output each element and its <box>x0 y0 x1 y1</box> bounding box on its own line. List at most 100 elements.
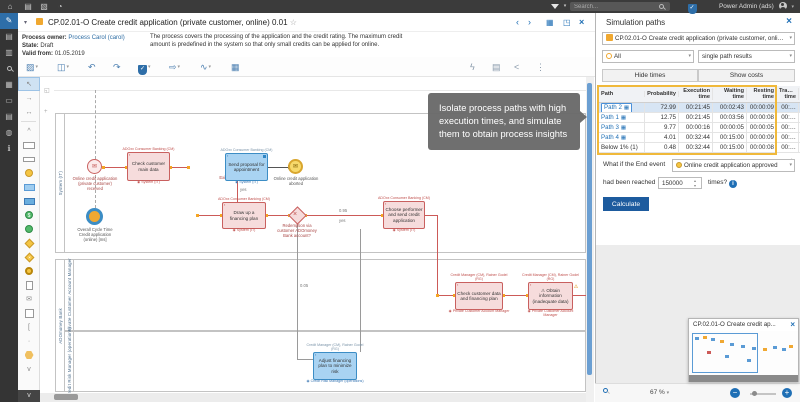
palette-item-task[interactable] <box>18 180 40 194</box>
minimap-scrollbar[interactable] <box>689 375 798 382</box>
owner-link[interactable]: Process Carol (carol) <box>68 35 124 41</box>
share-icon[interactable]: < <box>514 60 519 74</box>
redo-icon[interactable]: ↷ <box>113 60 121 74</box>
views-icon[interactable]: ▦ <box>546 18 554 27</box>
palette-item-hexagon[interactable] <box>18 348 40 362</box>
shield-check-icon[interactable]: ✓ <box>686 0 698 13</box>
palette-item-end-event[interactable] <box>18 264 40 278</box>
table-row[interactable]: Path 1▦12.7500:21:4500:03:5600:00:0800:… <box>599 113 800 123</box>
task-send-proposal-for-appointment[interactable]: Send proposal for appointment▪ADOxx Cons… <box>225 153 268 181</box>
zoom-in-button[interactable]: + <box>782 388 792 398</box>
zoom-slider[interactable] <box>750 393 776 395</box>
palette-item-data-object[interactable] <box>18 278 40 292</box>
palette-item-collapse[interactable]: ^ <box>18 124 40 138</box>
filter-caret-icon[interactable]: ▾ <box>561 0 569 13</box>
table-row[interactable]: Path 2▦72.9900:21:4500:02:4300:00:0900:… <box>599 103 800 113</box>
zoom-out-button[interactable]: − <box>730 388 740 398</box>
cell-path[interactable]: Path 4▦ <box>599 133 645 142</box>
task-obtain-information-inadequate-[interactable]: ⚠ Obtain information (inadequate data)▪C… <box>528 282 573 310</box>
spinner-icons[interactable]: ▴▾ <box>694 178 696 188</box>
recent-icon[interactable]: ◔ <box>54 0 66 13</box>
simulate-icon[interactable]: ϟ <box>470 60 475 74</box>
undo-icon[interactable]: ↶ <box>88 60 96 74</box>
palette-item-expand[interactable]: v <box>18 362 40 376</box>
idea-icon[interactable]: ◍ <box>0 125 18 141</box>
filter-select[interactable]: All▾ <box>602 50 694 63</box>
back-icon[interactable]: ‹ <box>516 17 519 27</box>
task-check-customer-main-data[interactable]: Check customer main data▪ADOxx Consumer … <box>127 152 170 181</box>
more-icon[interactable]: ⋮ <box>536 60 545 74</box>
model-select[interactable]: CP.02.01-O Create credit application (pr… <box>602 32 795 45</box>
palette-item-spacing[interactable]: ↔ <box>18 105 40 119</box>
hide-times-button[interactable]: Hide times <box>602 69 698 82</box>
palette-item-dot[interactable]: · <box>18 334 40 348</box>
palette-item-gateway-plus[interactable]: + <box>18 250 40 264</box>
presentation-icon[interactable]: ▦ <box>231 60 240 74</box>
column-header[interactable]: Resting time <box>747 88 777 100</box>
search-input[interactable] <box>570 2 670 11</box>
hscroll-thumb[interactable] <box>54 394 78 400</box>
results-mode-select[interactable]: single path results▾ <box>698 50 795 63</box>
table-row[interactable]: Path 3▦9.7700:00:1600:00:0500:00:0500:… <box>599 123 800 133</box>
zoom-tool-icon[interactable] <box>603 388 608 395</box>
cell-path[interactable]: Path 1▦ <box>599 113 645 122</box>
task-draw-up-a-financing-plan[interactable]: Draw up a financing plan▪ADOxx Consumer … <box>222 202 266 229</box>
home-icon[interactable]: ⌂ <box>4 0 16 13</box>
palette-item-subprocess[interactable] <box>18 194 40 208</box>
column-header[interactable]: Waiting time <box>713 88 747 100</box>
edit-icon[interactable]: ✎ <box>0 13 18 29</box>
minimap-viewport[interactable] <box>692 333 758 373</box>
palette-item-cursor[interactable]: ↖ <box>18 77 40 91</box>
zoom-slider-knob[interactable] <box>752 391 757 396</box>
event-end[interactable]: ✉ <box>288 159 303 174</box>
show-costs-button[interactable]: Show costs <box>698 69 795 82</box>
cell-path[interactable]: Path 3▦ <box>599 123 645 132</box>
filter-icon[interactable] <box>548 0 562 13</box>
open-model-icon[interactable]: ▧ <box>38 0 50 13</box>
kpi-event[interactable] <box>86 208 103 225</box>
fullscreen-icon[interactable]: ◳ <box>563 18 571 27</box>
panel-close-icon[interactable]: × <box>786 16 792 27</box>
save-icon[interactable]: ◫▾ <box>57 60 69 74</box>
table-row[interactable]: Below 1% (1)0.4800:32:4400:15:0000:00:08… <box>599 143 800 153</box>
analysis-icon[interactable]: ∿▾ <box>200 60 211 74</box>
task-check-customer-data-and-financ[interactable]: Check customer data and financing plan▪C… <box>455 282 503 310</box>
canvas-grid-icon[interactable]: ◱ <box>44 87 50 94</box>
user-menu[interactable]: Power Admin (ads) ▾ <box>719 0 794 13</box>
column-header[interactable]: Transport time <box>777 88 799 100</box>
info-icon[interactable]: i <box>729 180 737 188</box>
event-message[interactable]: ✉ <box>87 159 102 174</box>
report-icon[interactable]: ▤ <box>0 29 18 45</box>
palette-item-group[interactable] <box>18 306 40 320</box>
insert-image-icon[interactable]: ▨▾ <box>26 60 38 74</box>
search-icon[interactable] <box>0 61 18 77</box>
book-icon[interactable]: ▥ <box>0 45 18 61</box>
canvas-crosshair-icon[interactable]: + <box>44 109 48 115</box>
horizontal-scrollbar[interactable] <box>40 393 586 402</box>
end-event-select[interactable]: Online credit application approved▾ <box>672 159 795 172</box>
task-adjust-financing-plan-to-minim[interactable]: Adjust financing plan to minimize risk▪C… <box>313 352 357 380</box>
palette-item-pool[interactable] <box>18 138 40 152</box>
palette-item-resource-event[interactable] <box>18 222 40 236</box>
palette-item-cost-event[interactable]: $ <box>18 208 40 222</box>
palette-item-bracket[interactable]: [ <box>18 320 40 334</box>
vertical-scrollbar[interactable] <box>586 77 594 402</box>
palette-item-message[interactable]: ✉ <box>18 292 40 306</box>
palette-item-lane[interactable] <box>18 152 40 166</box>
palette-item-gateway[interactable] <box>18 236 40 250</box>
minimap-thumbnail[interactable] <box>689 331 798 375</box>
vscroll-thumb[interactable] <box>587 83 592 375</box>
palette-item-start-event[interactable] <box>18 166 40 180</box>
palette-item-connector[interactable]: → <box>18 91 40 105</box>
task-choose-performer-and-send-cred[interactable]: Choose performer and send credit applica… <box>383 201 425 229</box>
collapse-caret-icon[interactable]: ▾ <box>24 19 27 26</box>
zoom-level[interactable]: 67 % ▾ <box>650 389 669 396</box>
validate-icon[interactable]: ✓▾ <box>138 60 151 74</box>
close-model-icon[interactable]: × <box>579 17 584 27</box>
table-row[interactable]: Path 4▦4.0100:32:4400:15:0000:00:0900:… <box>599 133 800 143</box>
column-header[interactable]: Path <box>599 91 645 97</box>
favorite-star-icon[interactable]: ☆ <box>290 18 297 27</box>
column-header[interactable]: Probability <box>645 91 679 97</box>
minimap-close-icon[interactable]: × <box>790 320 795 329</box>
forward-icon[interactable]: › <box>528 17 531 27</box>
